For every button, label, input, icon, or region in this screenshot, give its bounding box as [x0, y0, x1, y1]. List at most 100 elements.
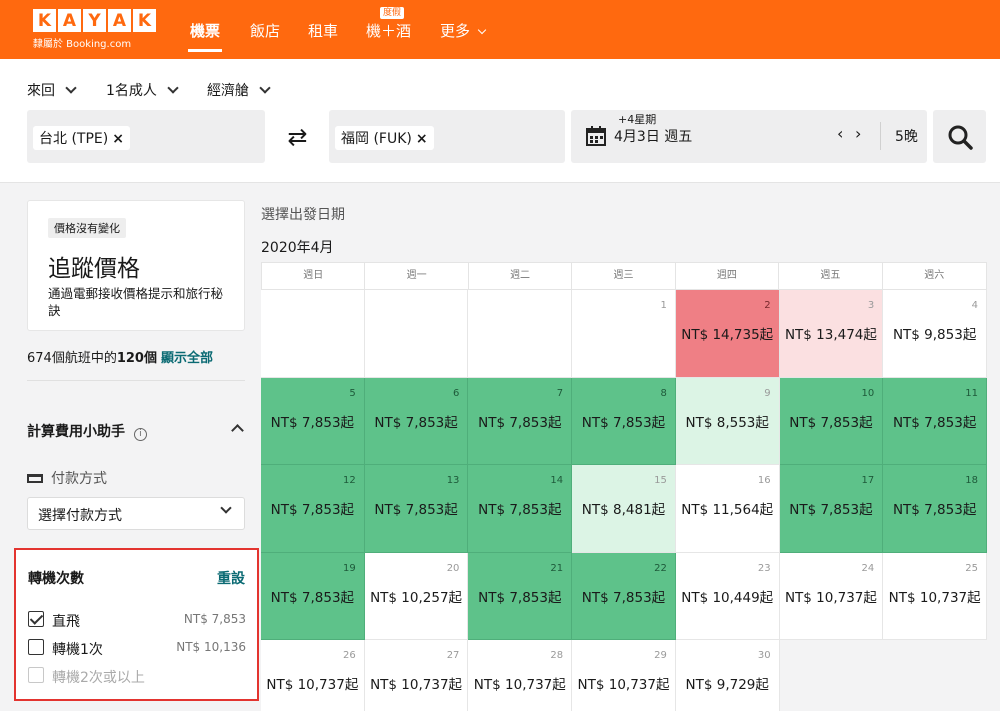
- origin-label: 台北 (TPE): [39, 131, 109, 147]
- day-number: 2: [764, 300, 771, 311]
- destination-field[interactable]: 福岡 (FUK) ×: [329, 110, 565, 163]
- calendar-day[interactable]: 13 NT$ 7,853起: [364, 465, 469, 553]
- destination-chip[interactable]: 福岡 (FUK) ×: [335, 126, 434, 150]
- kayak-logo[interactable]: KAYAK 隸屬於 Booking.com: [33, 9, 157, 50]
- day-number: 11: [965, 387, 978, 399]
- chevron-up-icon[interactable]: [231, 424, 244, 437]
- nav-more[interactable]: 更多: [440, 20, 487, 41]
- trip-type-dropdown[interactable]: 來回: [27, 80, 77, 100]
- day-number: 21: [550, 562, 564, 574]
- checkbox[interactable]: [28, 611, 44, 627]
- close-icon[interactable]: ×: [112, 131, 124, 147]
- stops-option-2plus: 轉機2次或以上: [28, 667, 246, 687]
- calendar-day[interactable]: 12 NT$ 7,853起: [261, 465, 365, 553]
- origin-chip[interactable]: 台北 (TPE) ×: [33, 126, 130, 150]
- info-icon[interactable]: i: [133, 428, 147, 441]
- day-price: NT$ 10,737起: [266, 677, 359, 693]
- nav-active-indicator: [188, 49, 222, 52]
- day-number: 6: [453, 387, 460, 399]
- calendar-day[interactable]: 23 NT$ 10,449起: [675, 552, 780, 640]
- calendar-day[interactable]: 24 NT$ 10,737起: [779, 552, 884, 640]
- nav-cars[interactable]: 租車: [308, 20, 338, 41]
- search-panel: 來回 1名成人 經濟艙 台北 (TPE) × ⇄ 福岡 (FUK) × +4星期 4…: [0, 59, 1000, 183]
- calendar-day[interactable]: 19 NT$ 7,853起: [261, 552, 365, 640]
- close-icon[interactable]: ×: [416, 131, 428, 147]
- date-hint: +4星期: [618, 113, 657, 126]
- calendar-heading: 選擇出發日期: [261, 207, 345, 223]
- stops-option-price: NT$ 10,136: [176, 640, 246, 654]
- show-all-link[interactable]: 顯示全部: [161, 351, 213, 366]
- calendar-day[interactable]: 20 NT$ 10,257起: [364, 552, 469, 640]
- calendar-day[interactable]: 29 NT$ 10,737起: [572, 640, 676, 711]
- search-button[interactable]: [933, 110, 986, 163]
- weekday-header: 週日 週一 週二 週三 週四 週五 週六: [261, 262, 987, 290]
- day-number: 19: [342, 562, 356, 574]
- trip-type-label: 來回: [27, 83, 55, 99]
- calendar-day[interactable]: 25 NT$ 10,737起: [883, 552, 987, 640]
- day-number: 3: [867, 300, 875, 311]
- track-price-title: 追蹤價格: [48, 256, 140, 282]
- stops-option-1stop[interactable]: 轉機1次 NT$ 10,136: [28, 639, 246, 659]
- weekday-label: 週三: [572, 263, 676, 289]
- weekday-label: 週日: [262, 263, 366, 289]
- day-number: 22: [654, 562, 667, 574]
- day-price: NT$ 8,481起: [581, 502, 666, 518]
- nav-flights[interactable]: 機票: [190, 20, 220, 41]
- day-price: NT$ 9,729起: [685, 677, 769, 693]
- calendar-day[interactable]: 26 NT$ 10,737起: [261, 640, 365, 711]
- day-price: NT$ 10,737起: [473, 677, 566, 693]
- calendar-day[interactable]: 14 NT$ 7,853起: [468, 465, 573, 553]
- prev-date-icon[interactable]: ‹: [837, 124, 843, 143]
- origin-field[interactable]: 台北 (TPE) ×: [27, 110, 265, 163]
- day-price: NT$ 7,853起: [478, 589, 562, 606]
- calendar-day[interactable]: 21 NT$ 7,853起: [468, 552, 573, 640]
- day-price: NT$ 14,735起: [681, 327, 774, 343]
- calendar-day[interactable]: 6 NT$ 7,853起: [364, 377, 469, 465]
- calendar-day[interactable]: 27 NT$ 10,737起: [364, 640, 469, 711]
- calendar-day[interactable]: 9 NT$ 8,553起: [675, 377, 780, 465]
- stops-option-nonstop[interactable]: 直飛 NT$ 7,853: [28, 611, 246, 631]
- calendar-day[interactable]: 17 NT$ 7,853起: [779, 465, 884, 553]
- calendar-day[interactable]: 10 NT$ 7,853起: [779, 377, 884, 465]
- stops-filter-title: 轉機次數: [28, 571, 84, 587]
- cabin-dropdown[interactable]: 經濟艙: [207, 80, 271, 100]
- calendar-day[interactable]: 7 NT$ 7,853起: [468, 377, 573, 465]
- results-total: 674個航班中的: [27, 351, 117, 366]
- calendar-day[interactable]: 30 NT$ 9,729起: [675, 640, 780, 711]
- day-number: 20: [446, 562, 460, 574]
- calendar-day[interactable]: 3 NT$ 13,474起: [779, 290, 884, 378]
- nav-flight-hotel[interactable]: 機＋酒: [366, 20, 411, 41]
- calendar-empty-cell: [261, 290, 365, 378]
- calendar-day[interactable]: 22 NT$ 7,853起: [572, 552, 676, 640]
- weekday-label: 週五: [779, 263, 883, 289]
- price-track-card[interactable]: 價格沒有變化 追蹤價格 通過電郵接收價格提示和旅行秘訣: [27, 200, 245, 331]
- date-field[interactable]: +4星期 4月3日 週五 ‹ › 5晚: [571, 110, 927, 163]
- next-date-icon[interactable]: ›: [855, 124, 861, 143]
- calendar-day[interactable]: 8 NT$ 7,853起: [572, 377, 676, 465]
- day-price: NT$ 11,564起: [681, 502, 774, 518]
- day-number: 28: [550, 650, 564, 661]
- travelers-dropdown[interactable]: 1名成人: [106, 80, 179, 100]
- calendar-day[interactable]: 5 NT$ 7,853起: [261, 377, 365, 465]
- day-price: NT$ 7,853起: [270, 589, 355, 606]
- day-number: 7: [556, 387, 564, 399]
- fee-calculator-title[interactable]: 計算費用小助手 i: [27, 421, 147, 441]
- calendar-day[interactable]: 4 NT$ 9,853起: [883, 290, 987, 378]
- swap-icon[interactable]: ⇄: [276, 110, 319, 163]
- calendar-day[interactable]: 16 NT$ 11,564起: [675, 465, 780, 553]
- calendar-day[interactable]: 28 NT$ 10,737起: [468, 640, 573, 711]
- nav-hotels[interactable]: 飯店: [250, 20, 280, 41]
- day-number: 30: [757, 650, 771, 661]
- day-number: 23: [757, 562, 771, 574]
- day-number: 26: [342, 650, 356, 661]
- chevron-down-icon: [167, 82, 179, 94]
- checkbox[interactable]: [28, 639, 44, 655]
- calendar-day[interactable]: 15 NT$ 8,481起: [572, 465, 676, 553]
- fee-calculator-label: 計算費用小助手: [27, 424, 125, 440]
- calendar-day[interactable]: 2 NT$ 14,735起: [675, 290, 780, 378]
- calendar-day[interactable]: 18 NT$ 7,853起: [883, 465, 987, 553]
- calendar-day: 1: [572, 290, 676, 378]
- stops-reset-link[interactable]: 重設: [217, 568, 245, 588]
- payment-method-select[interactable]: 選擇付款方式: [27, 497, 245, 530]
- calendar-day[interactable]: 11 NT$ 7,853起: [883, 377, 987, 465]
